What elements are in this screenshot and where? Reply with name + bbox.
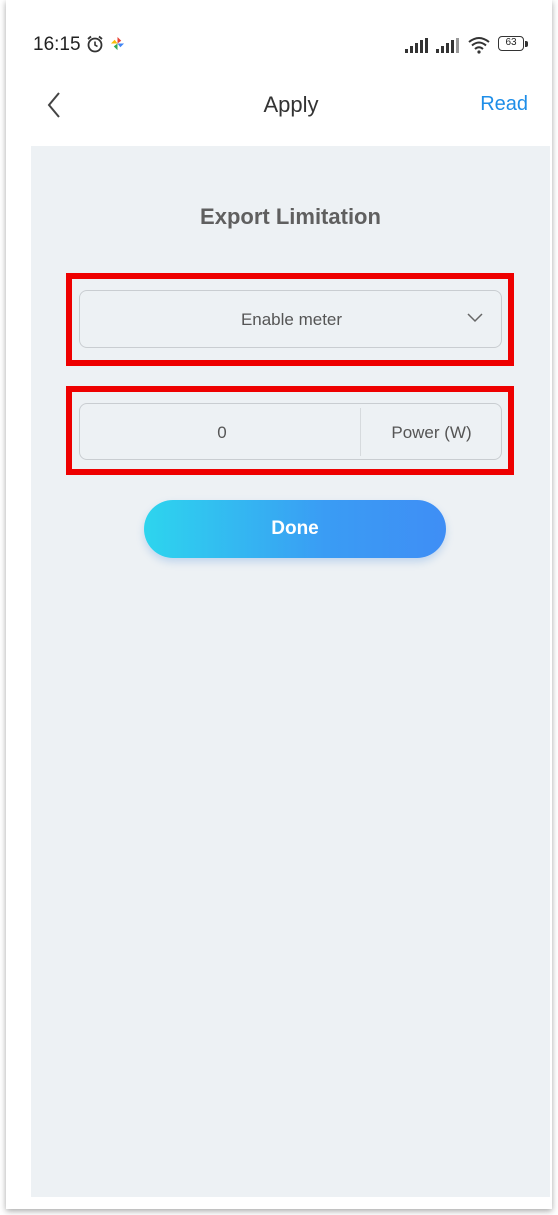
- chevron-down-icon: [467, 313, 483, 323]
- wifi-icon: [468, 37, 490, 54]
- meter-mode-selected-value: Enable meter: [240, 310, 343, 329]
- power-unit-label: Power (W): [391, 423, 472, 442]
- page-title: Apply: [263, 92, 319, 117]
- battery-level: 63: [498, 36, 524, 51]
- battery-tip: [525, 41, 528, 47]
- phone-screen: 16:15 63 Apply Read Export Limitation En…: [6, 0, 552, 1209]
- power-input[interactable]: [80, 404, 364, 461]
- read-button[interactable]: Read: [480, 93, 528, 116]
- signal-icon: [405, 38, 428, 53]
- power-input-group: Power (W): [79, 403, 502, 461]
- signal-icon: [436, 38, 459, 53]
- section-title: Export Limitation: [200, 204, 381, 229]
- done-button-label: Done: [271, 518, 319, 539]
- meter-mode-select[interactable]: Enable meter: [79, 290, 502, 348]
- status-time: 16:15: [33, 34, 81, 55]
- pinwheel-icon: [110, 36, 125, 51]
- alarm-icon: [87, 35, 103, 53]
- main-content: Export Limitation Enable meter Power (W)…: [31, 146, 550, 1197]
- header: Apply Read: [6, 72, 552, 146]
- status-bar: 16:15 63: [6, 0, 552, 72]
- battery-icon: 63: [498, 36, 530, 53]
- done-button[interactable]: Done: [144, 500, 446, 558]
